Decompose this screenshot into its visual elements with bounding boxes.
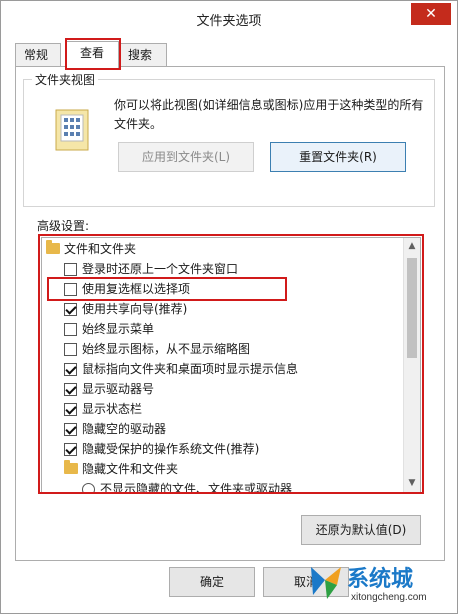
folder-icon xyxy=(64,460,78,474)
apply-to-folders-button[interactable]: 应用到文件夹(L) xyxy=(118,142,254,172)
reset-folders-button[interactable]: 重置文件夹(R) xyxy=(270,142,406,172)
watermark-logo-icon xyxy=(311,567,341,599)
checkbox[interactable] xyxy=(64,283,77,296)
ok-button[interactable]: 确定 xyxy=(169,567,255,597)
checkbox[interactable] xyxy=(64,343,77,356)
tab-strip: 常规 查看 搜索 xyxy=(15,41,445,68)
tab-search[interactable]: 搜索 xyxy=(119,43,167,67)
restore-defaults-button[interactable]: 还原为默认值(D) xyxy=(301,515,421,545)
tree-item-label: 显示状态栏 xyxy=(82,402,143,416)
checkbox[interactable] xyxy=(64,403,77,416)
watermark-url: xitongcheng.com xyxy=(351,592,427,603)
radio-button[interactable] xyxy=(82,483,95,492)
scroll-down-arrow-icon[interactable]: ▼ xyxy=(404,475,420,492)
tree-item-label: 使用共享向导(推荐) xyxy=(82,302,188,316)
tree-item-label: 使用复选框以选择项 xyxy=(82,282,191,296)
advanced-settings-tree[interactable]: 文件和文件夹 登录时还原上一个文件夹窗口 使用复选框以选择项 使用共享向导(推荐… xyxy=(41,237,421,493)
checkbox[interactable] xyxy=(64,303,77,316)
folder-view-icon xyxy=(55,109,89,151)
tree-scrollbar[interactable]: ▲ ▼ xyxy=(403,238,420,492)
advanced-settings-label: 高级设置: xyxy=(37,219,90,233)
folder-views-group: 文件夹视图 你可以将此视图(如详细信息或图标)应用于这种类型的所有文件夹。 应用… xyxy=(23,71,435,207)
close-button[interactable]: ✕ xyxy=(411,3,451,25)
tree-item-label: 显示驱动器号 xyxy=(82,382,155,396)
tree-item-label: 隐藏空的驱动器 xyxy=(82,422,167,436)
checkbox[interactable] xyxy=(64,423,77,436)
title-bar: 文件夹选项 ✕ xyxy=(1,1,457,35)
window-title: 文件夹选项 xyxy=(196,14,262,29)
tab-general[interactable]: 常规 xyxy=(15,43,61,67)
tree-item-label: 文件和文件夹 xyxy=(64,242,137,256)
scroll-thumb[interactable] xyxy=(407,258,417,358)
tree-item-label: 隐藏文件和文件夹 xyxy=(82,462,179,476)
checkbox[interactable] xyxy=(64,383,77,396)
folder-views-description: 你可以将此视图(如详细信息或图标)应用于这种类型的所有文件夹。 xyxy=(114,98,424,131)
checkbox[interactable] xyxy=(64,263,77,276)
watermark-text: 系统城 xyxy=(347,567,414,592)
tree-item-label: 隐藏受保护的操作系统文件(推荐) xyxy=(82,442,260,456)
tree-item-label: 不显示隐藏的文件、文件夹或驱动器 xyxy=(100,482,293,493)
folder-views-title: 文件夹视图 xyxy=(32,71,99,88)
tab-view[interactable]: 查看 xyxy=(65,41,119,68)
folder-icon xyxy=(46,240,60,254)
scroll-up-arrow-icon[interactable]: ▲ xyxy=(404,238,420,255)
checkbox[interactable] xyxy=(64,323,77,336)
tree-item-label: 始终显示图标，从不显示缩略图 xyxy=(82,342,251,356)
watermark: 系统城 xitongcheng.com xyxy=(305,559,455,611)
tree-item-label: 登录时还原上一个文件夹窗口 xyxy=(82,262,239,276)
folder-options-dialog: 文件夹选项 ✕ 常规 查看 搜索 文件夹视图 你可以将此视图(如详细信息或图标)… xyxy=(0,0,458,614)
checkbox[interactable] xyxy=(64,443,77,456)
tree-item-label: 始终显示菜单 xyxy=(82,322,155,336)
checkbox[interactable] xyxy=(64,363,77,376)
tree-item-label: 鼠标指向文件夹和桌面项时显示提示信息 xyxy=(82,362,299,376)
